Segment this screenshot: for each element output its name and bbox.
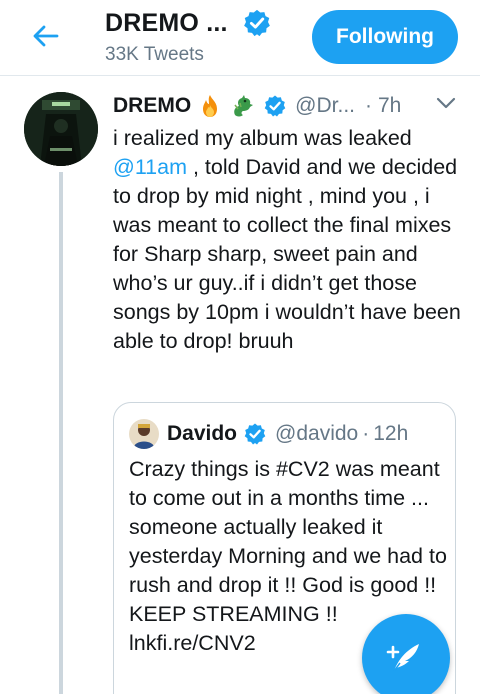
dragon-emoji [229, 93, 257, 119]
page-title: DREMO ... [105, 8, 228, 37]
tweet-time[interactable]: 7h [378, 94, 401, 118]
verified-badge-icon [244, 423, 266, 445]
arrow-left-icon [33, 25, 59, 47]
tweet-header: DREMO @Dr... · 7h [113, 90, 463, 122]
fire-emoji [197, 93, 223, 119]
verified-badge-icon [264, 95, 286, 117]
mention-link[interactable]: @11am [113, 155, 187, 179]
back-button[interactable] [30, 22, 62, 50]
author-name[interactable]: DREMO [113, 94, 191, 118]
compose-tweet-button[interactable] [362, 614, 450, 694]
quoted-tweet-header: Davido @davido · 12h [129, 419, 408, 449]
header-title-block: DREMO ... 33K Tweets [105, 6, 272, 66]
verified-badge-icon [243, 9, 270, 37]
quoted-tweet-time: 12h [373, 422, 409, 445]
following-button[interactable]: Following [312, 10, 458, 64]
quoted-author-handle: @davido [275, 422, 359, 445]
compose-tweet-icon [386, 644, 419, 672]
author-handle[interactable]: @Dr... [295, 94, 355, 118]
tweet-count: 33K Tweets [105, 44, 204, 65]
tweet-text-part: , told David and we decided to drop by m… [113, 155, 461, 353]
chevron-down-icon[interactable] [436, 96, 456, 110]
avatar-image [24, 92, 98, 166]
avatar[interactable] [24, 92, 98, 166]
thread-line [59, 172, 63, 694]
separator-dot: · [362, 422, 370, 445]
tweet-text-part: i realized my album was leaked [113, 126, 412, 150]
quoted-avatar [129, 419, 159, 449]
separator-dot: · [365, 94, 372, 117]
tweet-text: i realized my album was leaked @11am , t… [113, 124, 463, 356]
quoted-author-name: Davido [167, 422, 238, 445]
profile-header: DREMO ... 33K Tweets Following [0, 0, 480, 76]
